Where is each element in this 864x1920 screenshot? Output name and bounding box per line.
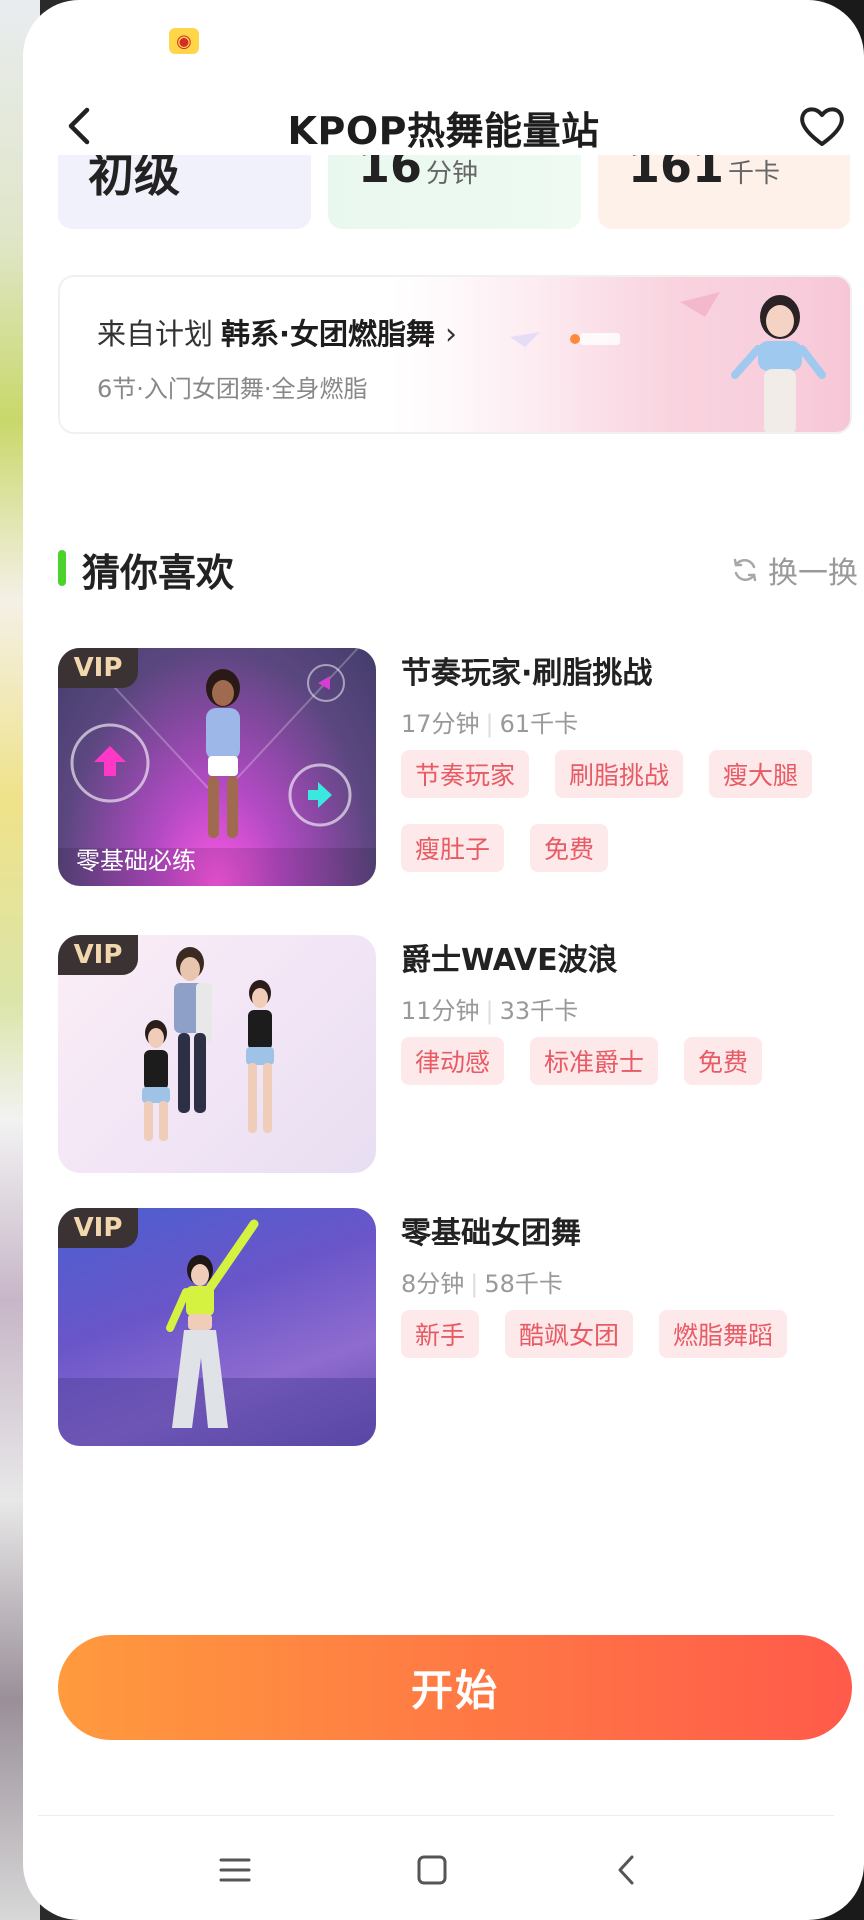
- section-accent-bar: [58, 550, 66, 586]
- tag-chip: 新手: [401, 1310, 480, 1358]
- chevron-right-icon: ›: [445, 317, 458, 352]
- tag-chip: 瘦大腿: [709, 750, 813, 798]
- list-item[interactable]: VIP 零基础必练 节奏玩家·刷脂挑战 17分钟 | 61千卡 节奏玩家 刷脂挑战 …: [58, 648, 858, 888]
- weibo-icon: ◉: [169, 28, 199, 54]
- section-title: 猜你喜欢: [82, 551, 235, 595]
- meta-separator: |: [470, 1270, 479, 1298]
- stat-card-duration: 16 分钟: [328, 155, 581, 229]
- list-item[interactable]: VIP 爵士WAVE波浪 11分钟 | 33千卡 律动感 标准爵士 免费: [58, 935, 858, 1175]
- course-duration: 17分钟: [401, 710, 480, 738]
- course-calories: 33千卡: [499, 997, 579, 1025]
- vip-badge: VIP: [58, 935, 138, 975]
- course-duration: 11分钟: [401, 997, 480, 1025]
- stat-calories: 161 千卡: [628, 155, 781, 193]
- course-thumbnail[interactable]: VIP: [58, 1208, 376, 1446]
- recommend-section-header: 猜你喜欢 换一换: [58, 540, 858, 600]
- stat-duration: 16 分钟: [358, 155, 479, 193]
- course-meta: 17分钟 | 61千卡: [401, 704, 578, 739]
- course-tags: 律动感 标准爵士 免费: [401, 1037, 861, 1111]
- tag-chip: 燃脂舞蹈: [659, 1310, 788, 1358]
- back-triangle-icon[interactable]: [595, 1838, 659, 1902]
- course-title[interactable]: 爵士WAVE波浪: [401, 935, 618, 979]
- course-tags: 新手 酷飒女团 燃脂舞蹈: [401, 1310, 861, 1384]
- tag-chip: 标准爵士: [530, 1037, 659, 1085]
- tag-chip: 免费: [684, 1037, 763, 1085]
- plan-subtitle: 6节·入门女团舞·全身燃脂: [97, 375, 368, 403]
- stat-card-calories: 161 千卡: [598, 155, 850, 229]
- course-title[interactable]: 零基础女团舞: [401, 1208, 581, 1252]
- menu-icon[interactable]: [203, 1838, 267, 1902]
- nav-divider: [38, 1815, 834, 1816]
- plan-prefix: 来自计划: [97, 317, 214, 351]
- refresh-button[interactable]: 换一换: [730, 548, 858, 592]
- vip-badge: VIP: [58, 1208, 138, 1248]
- tag-chip: 免费: [530, 824, 609, 872]
- course-meta: 11分钟 | 33千卡: [401, 991, 578, 1026]
- page-title: KPOP热舞能量站: [287, 109, 600, 153]
- course-meta: 8分钟 | 58千卡: [401, 1264, 563, 1299]
- course-calories: 61千卡: [499, 710, 579, 738]
- course-tags: 节奏玩家 刷脂挑战 瘦大腿 瘦肚子 免费: [401, 750, 861, 898]
- meta-separator: |: [485, 710, 494, 738]
- course-title[interactable]: 节奏玩家·刷脂挑战: [401, 648, 652, 692]
- plan-card[interactable]: 来自计划 韩系·女团燃脂舞 › 6节·入门女团舞·全身燃脂: [58, 275, 852, 434]
- tag-chip: 酷飒女团: [505, 1310, 634, 1358]
- meta-separator: |: [485, 997, 494, 1025]
- vip-badge: VIP: [58, 648, 138, 688]
- detail-sheet: ◉ KPOP热舞能量站 初级 16 分钟 161 千卡 来自计划 韩系·女团燃脂…: [23, 0, 864, 1920]
- course-thumbnail[interactable]: VIP: [58, 935, 376, 1173]
- course-thumbnail[interactable]: VIP 零基础必练: [58, 648, 376, 886]
- stat-card-level: 初级: [58, 155, 311, 229]
- plan-title-row: 来自计划 韩系·女团燃脂舞 ›: [97, 311, 457, 353]
- tag-chip: 刷脂挑战: [555, 750, 684, 798]
- refresh-label: 换一换: [768, 556, 858, 591]
- refresh-icon: [733, 558, 757, 582]
- course-calories: 58千卡: [484, 1270, 563, 1298]
- stat-level: 初级: [88, 155, 180, 202]
- plan-name: 韩系·女团燃脂舞: [221, 317, 436, 351]
- tag-chip: 瘦肚子: [401, 824, 505, 872]
- tag-chip: 律动感: [401, 1037, 505, 1085]
- start-button[interactable]: 开始: [58, 1635, 852, 1740]
- thumbnail-caption: 零基础必练: [76, 847, 196, 875]
- stats-row: 初级 16 分钟 161 千卡: [58, 155, 850, 229]
- home-icon[interactable]: [400, 1838, 464, 1902]
- tag-chip: 节奏玩家: [401, 750, 530, 798]
- course-duration: 8分钟: [401, 1270, 465, 1298]
- heart-icon[interactable]: [794, 98, 850, 154]
- plan-banner-image: [450, 277, 850, 432]
- list-item[interactable]: VIP 零基础女团舞 8分钟 | 58千卡 新手 酷飒女团 燃脂舞蹈: [58, 1208, 858, 1448]
- system-navigation-bar: [23, 1830, 864, 1910]
